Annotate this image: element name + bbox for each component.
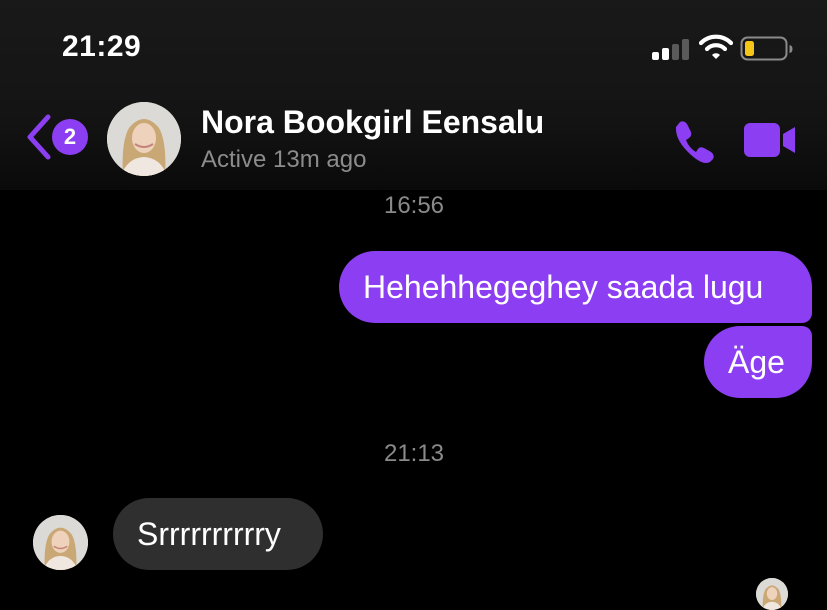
- message-timestamp: 21:13: [383, 440, 445, 467]
- contact-name[interactable]: Nora Bookgirl Eensalu: [201, 104, 544, 141]
- cellular-signal-icon: [652, 38, 692, 60]
- outgoing-message[interactable]: Hehehhegeghey saada lugu: [339, 251, 812, 323]
- battery-low-icon: [740, 36, 793, 61]
- avatar-photo: [33, 515, 88, 570]
- incoming-message[interactable]: Srrrrrrrrrry: [113, 498, 323, 570]
- status-bar-time: 21:29: [62, 30, 142, 63]
- wifi-icon: [699, 34, 733, 59]
- avatar-photo: [107, 102, 181, 176]
- unread-count-badge: 2: [52, 119, 88, 155]
- active-status: Active 13m ago: [201, 146, 367, 173]
- message-timestamp: 16:56: [383, 192, 445, 219]
- sender-avatar[interactable]: [33, 515, 88, 570]
- avatar-photo: [756, 578, 788, 610]
- read-receipt-avatar: [756, 578, 788, 610]
- outgoing-message[interactable]: Äge: [704, 326, 812, 398]
- phone-icon[interactable]: [670, 117, 718, 165]
- video-camera-icon[interactable]: [742, 121, 798, 159]
- chevron-left-icon[interactable]: [24, 113, 54, 161]
- contact-avatar[interactable]: [107, 102, 181, 176]
